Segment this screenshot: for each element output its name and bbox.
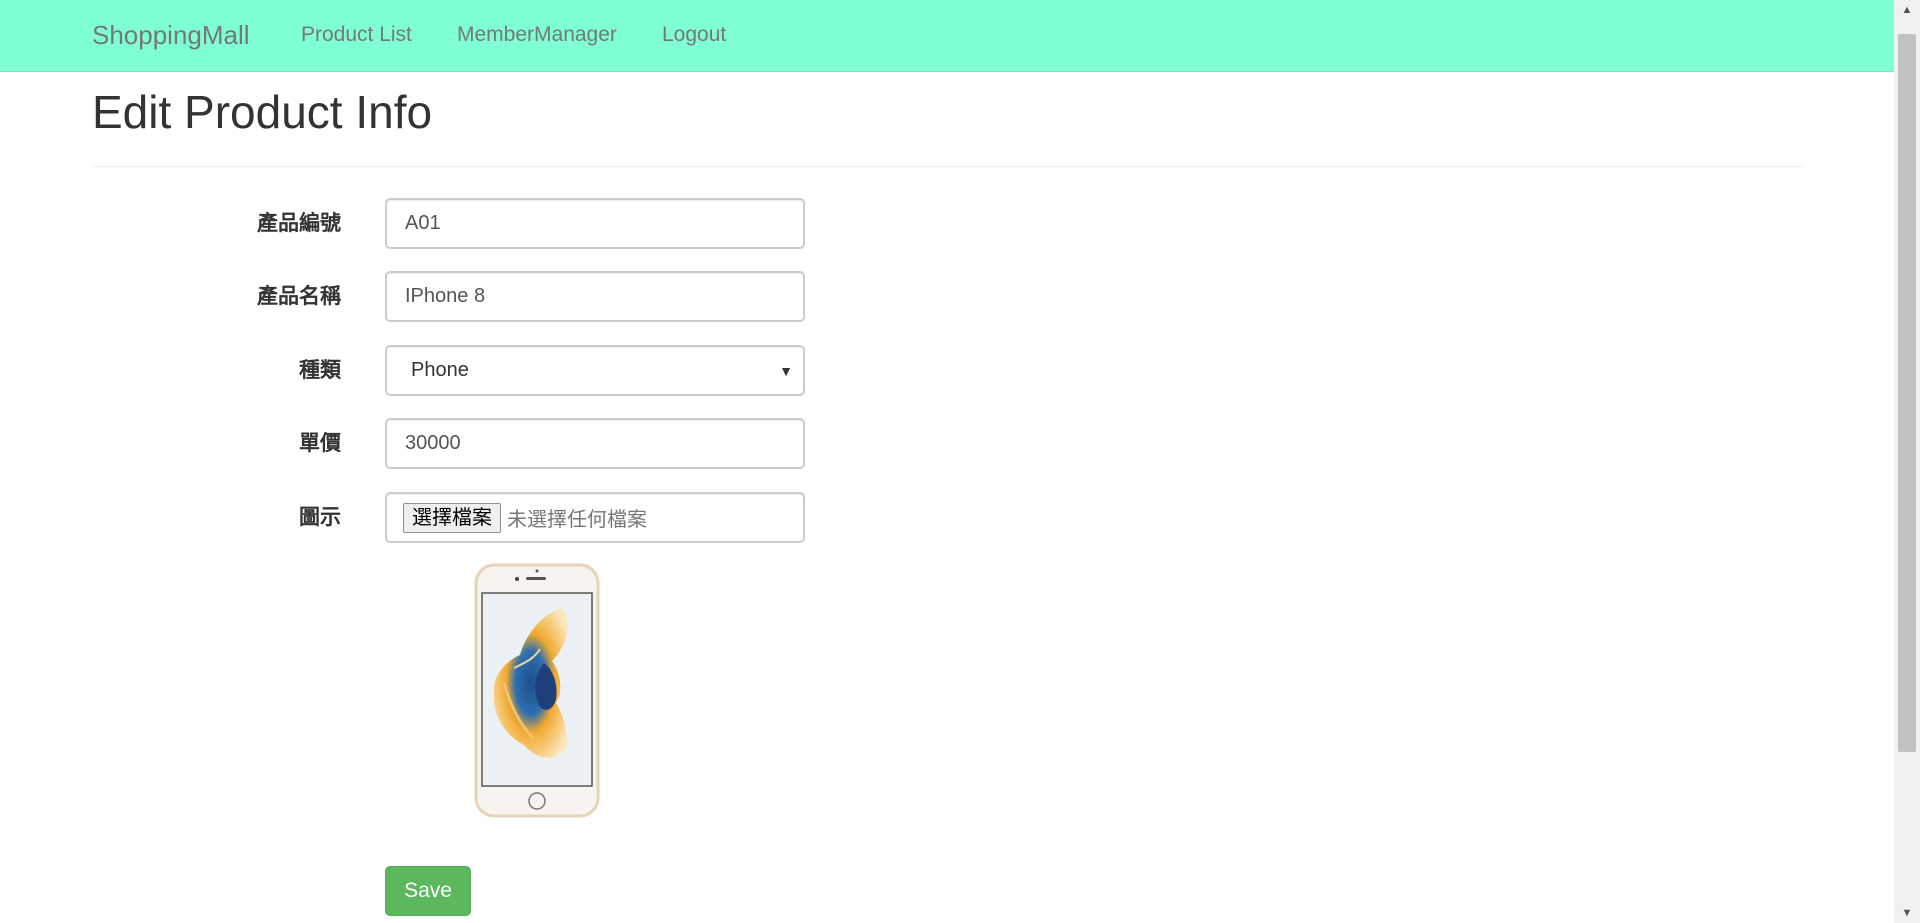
header-divider xyxy=(92,166,1803,167)
product-name-input[interactable] xyxy=(385,271,805,322)
price-input[interactable] xyxy=(385,418,805,469)
vertical-scrollbar[interactable]: ▲ ▼ xyxy=(1894,0,1920,923)
category-label: 種類 xyxy=(299,359,341,382)
nav-link-logout[interactable]: Logout xyxy=(662,23,726,47)
image-file-input[interactable]: 選擇檔案 未選擇任何檔案 xyxy=(385,492,805,543)
product-id-label: 產品編號 xyxy=(257,212,341,235)
product-id-input[interactable] xyxy=(385,198,805,249)
nav-link-product-list[interactable]: Product List xyxy=(301,23,412,47)
category-select[interactable]: Phone ▼ xyxy=(385,345,805,396)
file-status-text: 未選擇任何檔案 xyxy=(507,509,647,531)
choose-file-button[interactable]: 選擇檔案 xyxy=(403,502,501,533)
nav-link-member-manager[interactable]: MemberManager xyxy=(457,23,617,47)
page-title: Edit Product Info xyxy=(92,86,433,138)
brand-link[interactable]: ShoppingMall xyxy=(92,20,250,50)
scroll-up-arrow-icon[interactable]: ▲ xyxy=(1894,0,1920,20)
scroll-down-arrow-icon[interactable]: ▼ xyxy=(1894,903,1920,923)
scroll-thumb[interactable] xyxy=(1898,34,1916,752)
product-image xyxy=(474,563,600,818)
category-selected-value: Phone xyxy=(411,359,469,381)
navbar: ShoppingMall Product List MemberManager … xyxy=(0,0,1894,72)
image-label: 圖示 xyxy=(299,506,341,529)
product-name-label: 產品名稱 xyxy=(257,285,341,308)
price-label: 單價 xyxy=(299,432,341,455)
chevron-down-icon: ▼ xyxy=(779,362,793,379)
save-button[interactable]: Save xyxy=(385,866,471,916)
